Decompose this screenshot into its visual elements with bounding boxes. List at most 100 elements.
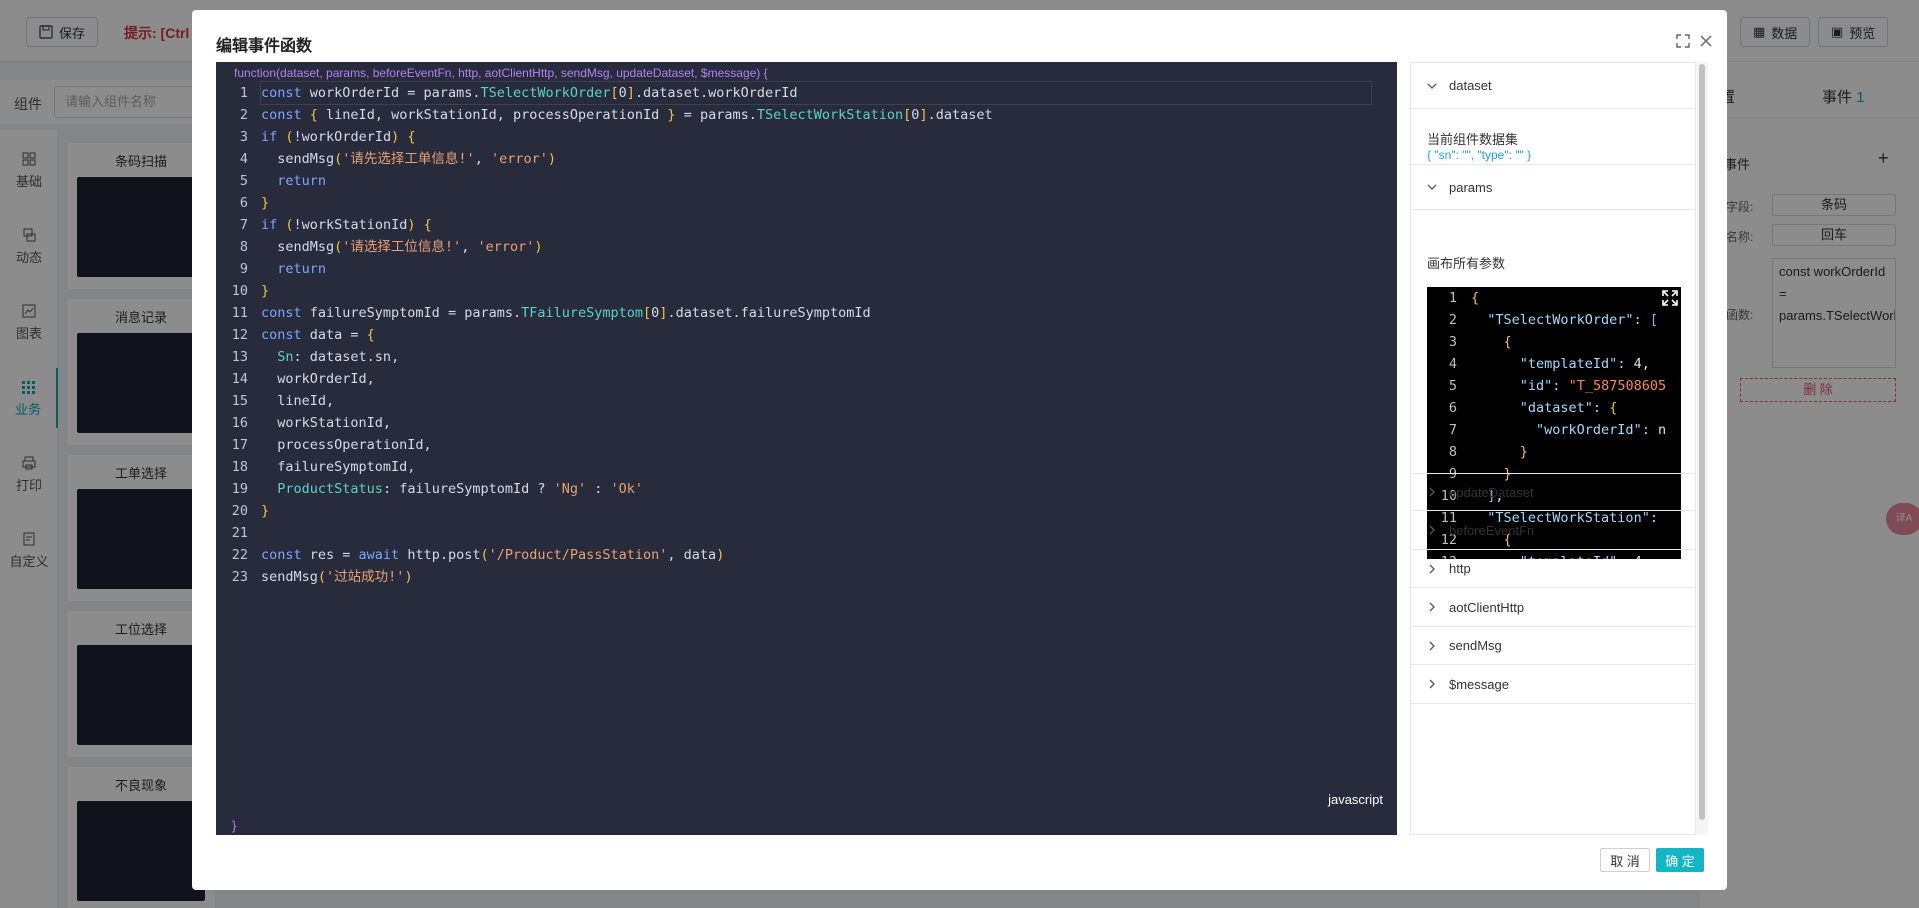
code-line[interactable]: 16 workStationId, (216, 412, 1397, 434)
code-line[interactable]: 5 return (216, 170, 1397, 192)
line-text[interactable]: processOperationId, (261, 434, 431, 456)
code-line[interactable]: 2 const { lineId, workStationId, processO… (216, 104, 1397, 126)
code-line[interactable]: 17 processOperationId, (216, 434, 1397, 456)
line-text[interactable]: failureSymptomId, (261, 456, 415, 478)
line-text[interactable]: } (261, 280, 269, 302)
line-text[interactable]: workOrderId, (261, 368, 375, 390)
line-text[interactable]: lineId, (261, 390, 334, 412)
line-text[interactable]: ProductStatus: failureSymptomId ? 'Ng' :… (261, 478, 643, 500)
line-text[interactable]: const data = { (261, 324, 375, 346)
line-number: 7 (239, 217, 248, 233)
line-number: 8 (239, 239, 248, 255)
section-title: beforeEventFn (1449, 522, 1535, 538)
code-line[interactable]: 14 workOrderId, (216, 368, 1397, 390)
line-number: 15 (231, 393, 248, 409)
code-line[interactable]: 15 lineId, (216, 390, 1397, 412)
line-number: 12 (231, 327, 248, 343)
code-line[interactable]: 10} (216, 280, 1397, 302)
json-line: 4 "templateId": 4, (1427, 353, 1681, 375)
section-dataset[interactable]: dataset (1411, 63, 1695, 109)
line-text[interactable]: sendMsg('请先选择工单信息!', 'error') (261, 148, 556, 170)
line-text: { (1471, 290, 1480, 306)
code-line[interactable]: 9 return (216, 258, 1397, 280)
code-line[interactable]: 4 sendMsg('请先选择工单信息!', 'error') (216, 148, 1397, 170)
line-text[interactable]: sendMsg('请选择工位信息!', 'error') (261, 236, 542, 258)
line-number: 2 (239, 107, 248, 123)
line-text[interactable]: return (261, 258, 326, 280)
code-line[interactable]: 1 const workOrderId = params.TSelectWorkO… (216, 81, 1397, 105)
line-text[interactable]: const failureSymptomId = params.TFailure… (261, 302, 871, 324)
line-text[interactable]: if (!workOrderId) { (261, 126, 416, 148)
params-description: 画布所有参数 (1427, 256, 1506, 271)
line-number: 13 (231, 349, 248, 365)
code-line[interactable]: 23 sendMsg('过站成功!') (216, 566, 1397, 588)
fullscreen-icon[interactable] (1674, 32, 1692, 50)
code-line[interactable]: 21 (216, 522, 1397, 544)
line-text[interactable]: } (261, 192, 269, 214)
section-params[interactable]: params (1411, 164, 1695, 210)
line-text: "TSelectWorkOrder": [ (1487, 312, 1658, 328)
params-reference-panel: dataset 当前组件数据集 { "sn": "", "type": "" }… (1410, 62, 1696, 835)
line-number: 11 (231, 305, 248, 321)
line-text: { (1503, 334, 1512, 350)
chevron-right-icon (1429, 525, 1435, 535)
line-text[interactable]: return (261, 170, 326, 192)
section-http[interactable]: http (1411, 550, 1695, 588)
panel-scrollbar[interactable] (1696, 62, 1708, 835)
close-icon[interactable] (1697, 32, 1715, 50)
section-aotclienthttp[interactable]: aotClientHttp (1411, 589, 1695, 627)
code-line[interactable]: 12 const data = { (216, 324, 1397, 346)
line-number: 7 (1448, 422, 1457, 438)
language-label: javascript (1328, 792, 1383, 807)
code-line[interactable]: 11 const failureSymptomId = params.TFailu… (216, 302, 1397, 324)
code-line[interactable]: 18 failureSymptomId, (216, 456, 1397, 478)
line-number: 20 (231, 503, 248, 519)
line-number: 5 (239, 173, 248, 189)
chevron-right-icon (1429, 641, 1435, 650)
code-line[interactable]: 19 ProductStatus: failureSymptomId ? 'Ng… (216, 478, 1397, 500)
line-number: 18 (231, 459, 248, 475)
json-line: 3 { (1427, 331, 1681, 353)
line-number: 23 (231, 569, 248, 585)
json-line: 5 "id": "T_587508605 (1427, 375, 1681, 397)
line-text[interactable]: workStationId, (261, 412, 391, 434)
code-line[interactable]: 22 const res = await http.post('/Product/… (216, 544, 1397, 566)
line-text: } (1519, 444, 1528, 460)
line-text[interactable]: const res = await http.post('/Product/Pa… (261, 544, 724, 566)
line-number: 17 (231, 437, 248, 453)
line-text[interactable]: sendMsg('过站成功!') (261, 566, 413, 588)
code-editor[interactable]: function(dataset, params, beforeEventFn,… (216, 62, 1397, 835)
line-text: "workOrderId": n (1536, 422, 1667, 438)
code-line[interactable]: 13 Sn: dataset.sn, (216, 346, 1397, 368)
confirm-button[interactable]: 确 定 (1656, 848, 1704, 872)
section-title: http (1449, 561, 1471, 576)
section-title: $message (1449, 676, 1509, 692)
line-text[interactable]: } (261, 500, 269, 522)
dialog-title: 编辑事件函数 (216, 38, 313, 55)
line-number: 2 (1448, 312, 1457, 328)
cancel-button[interactable]: 取 消 (1600, 848, 1650, 872)
line-text[interactable]: const { lineId, workStationId, processOp… (261, 104, 993, 126)
line-text[interactable]: const workOrderId = params.TSelectWorkOr… (260, 81, 1372, 105)
code-line[interactable]: 20} (216, 500, 1397, 522)
section-title: sendMsg (1449, 638, 1502, 653)
code-lines[interactable]: 1 const workOrderId = params.TSelectWorkO… (216, 81, 1397, 588)
code-line[interactable]: 6} (216, 192, 1397, 214)
line-text[interactable]: if (!workStationId) { (261, 214, 432, 236)
section-updatedataset[interactable]: updateDataset (1411, 473, 1695, 511)
section-sendmsg[interactable]: sendMsg (1411, 627, 1695, 665)
chevron-right-icon (1429, 679, 1435, 689)
line-text: "id": "T_587508605 (1519, 378, 1667, 394)
line-text[interactable]: Sn: dataset.sn, (261, 346, 399, 368)
code-line[interactable]: 8 sendMsg('请选择工位信息!', 'error') (216, 236, 1397, 258)
line-number: 4 (1448, 356, 1457, 372)
json-line: 1{ (1427, 287, 1681, 309)
line-number: 1 (1448, 290, 1457, 306)
code-line[interactable]: 3 if (!workOrderId) { (216, 126, 1397, 148)
section-message[interactable]: $message (1411, 666, 1695, 704)
scrollbar-thumb[interactable] (1699, 64, 1705, 820)
code-line[interactable]: 7 if (!workStationId) { (216, 214, 1397, 236)
section-beforeeventfn[interactable]: beforeEventFn (1411, 512, 1695, 550)
expand-icon[interactable] (1661, 289, 1679, 307)
function-close-brace: } (232, 818, 237, 833)
